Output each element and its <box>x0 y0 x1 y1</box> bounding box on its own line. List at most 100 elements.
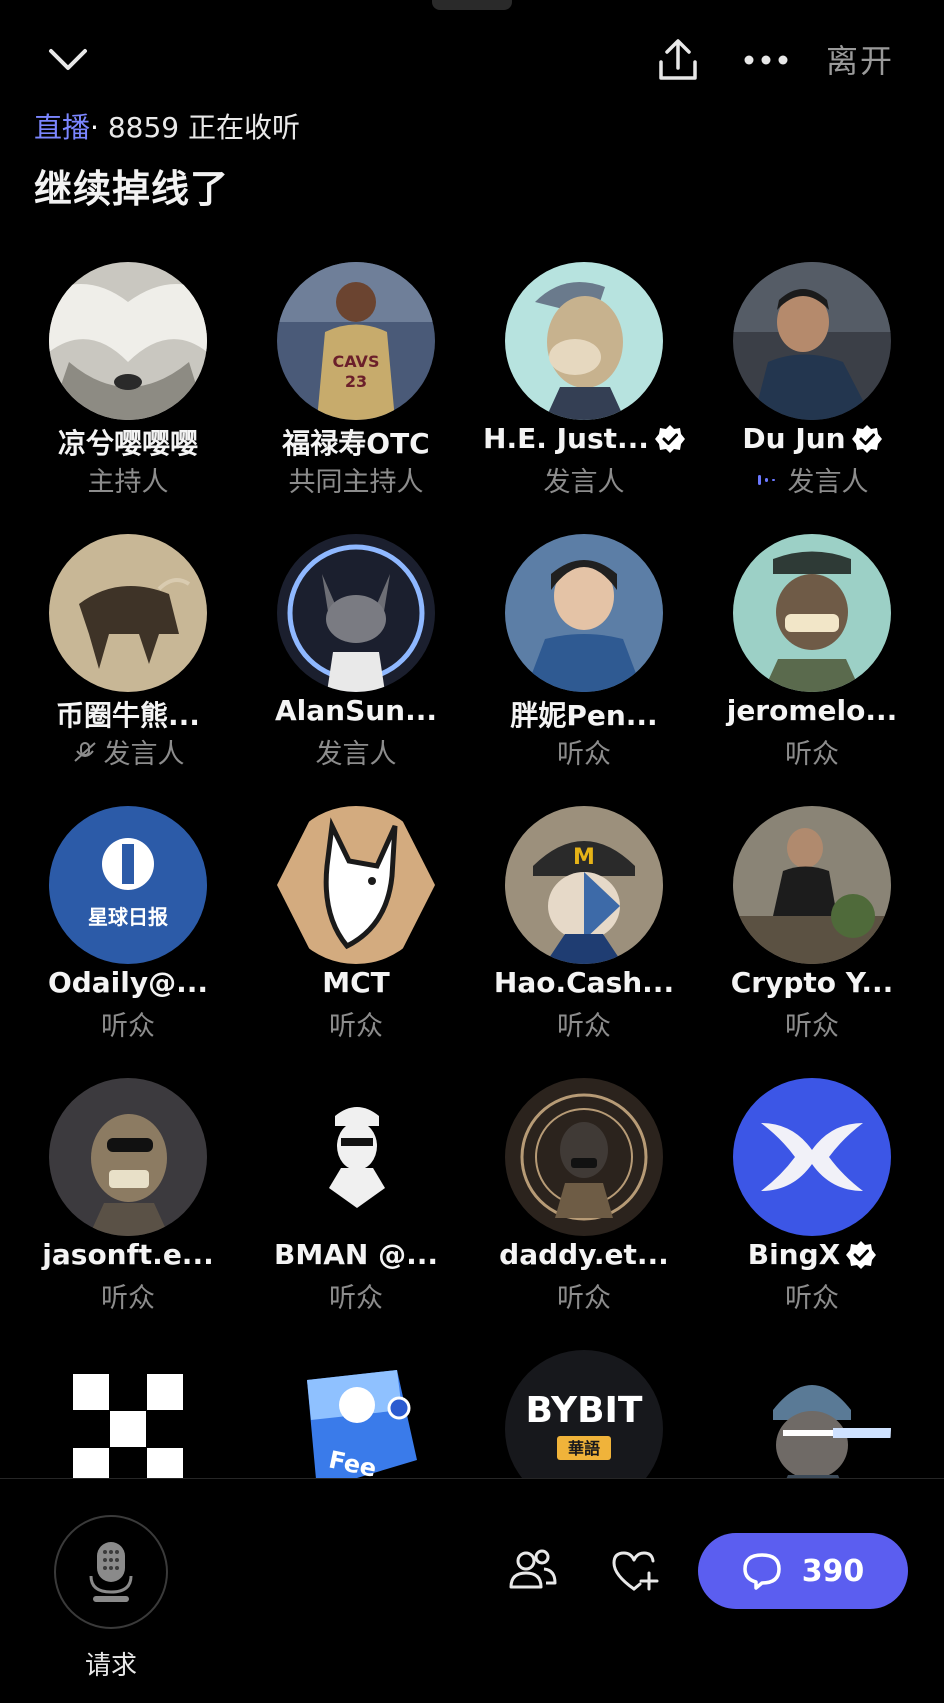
participant-role: 听众 <box>557 1011 611 1042</box>
participant-card[interactable]: 币圈牛熊... 发言人 <box>14 534 242 784</box>
participant-name: MCT <box>322 966 390 999</box>
participant-name: Crypto Y... <box>730 966 894 999</box>
participant-name: 凉兮嘤嘤嘤 <box>57 427 198 460</box>
add-favorite-button[interactable] <box>610 1547 660 1597</box>
verified-badge-icon <box>654 424 685 453</box>
avatar <box>49 1078 207 1236</box>
logo-text: BYBIT <box>526 1390 643 1431</box>
avatar: CAVS 23 <box>277 262 435 420</box>
verified-badge-icon <box>846 1240 877 1269</box>
svg-text:CAVS: CAVS <box>333 352 380 371</box>
live-label: 直播 <box>34 111 91 144</box>
participant-name: H.E. Just... <box>483 422 649 455</box>
verified-badge-icon <box>851 424 882 453</box>
avatar <box>49 262 207 420</box>
participant-role: 发言人 <box>543 467 625 498</box>
okx-logo-icon <box>73 1374 183 1478</box>
participant-name: 币圈牛熊... <box>56 699 200 732</box>
avatar <box>733 534 891 692</box>
participants-grid: 凉兮嘤嘤嘤 主持人 CAVS 23 福禄寿OTC 共同主持人 H.E. Just.… <box>0 262 944 1478</box>
participant-role: 发言人 <box>787 467 869 498</box>
participant-role: 听众 <box>101 1283 155 1314</box>
avatar <box>505 1078 663 1236</box>
participant-card[interactable]: MCT 听众 <box>242 806 470 1056</box>
collapse-button[interactable] <box>40 38 96 82</box>
top-bar: 离开 <box>0 30 944 90</box>
request-label: 请求 <box>84 1651 137 1681</box>
participant-role: 听众 <box>329 1283 383 1314</box>
chevron-down-icon <box>49 49 87 70</box>
avatar <box>277 534 435 692</box>
participant-card[interactable]: jeromelo... 听众 <box>698 534 926 784</box>
more-horizontal-icon <box>744 55 788 65</box>
participant-role: 听众 <box>101 1011 155 1042</box>
participant-card[interactable]: 星球日报 Odaily@... 听众 <box>14 806 242 1056</box>
participant-name: Odaily@... <box>47 966 209 999</box>
meta-separator: · <box>90 111 99 144</box>
mic-muted-icon <box>73 741 96 762</box>
participant-card[interactable]: 凉兮嘤嘤嘤 主持人 <box>14 262 242 512</box>
participant-card[interactable]: 胖妮Pen... 听众 <box>470 534 698 784</box>
participant-card[interactable]: H.E. Just... 发言人 <box>470 262 698 512</box>
svg-text:M: M <box>573 845 595 870</box>
listener-count: 8859 正在收听 <box>107 111 300 144</box>
participant-role: 听众 <box>785 1011 839 1042</box>
participant-name: AlanSun... <box>274 694 438 727</box>
sheet-grabber[interactable] <box>432 0 512 10</box>
avatar <box>505 534 663 692</box>
leave-button[interactable]: 离开 <box>826 36 894 82</box>
bottom-bar: 请求 390 <box>0 1479 944 1703</box>
avatar <box>733 1078 891 1236</box>
participant-card[interactable]: BingX 听众 <box>698 1078 926 1328</box>
participant-role: 听众 <box>785 1283 839 1314</box>
avatar <box>49 534 207 692</box>
space-title: 继续掉线了 <box>34 167 230 211</box>
participant-role: 听众 <box>329 1011 383 1042</box>
people-icon <box>509 1549 557 1589</box>
participant-role: 发言人 <box>315 739 397 770</box>
request-mic-button[interactable] <box>54 1515 168 1629</box>
participant-name: Du Jun <box>742 422 846 455</box>
participant-card[interactable]: BMAN @... 听众 <box>242 1078 470 1328</box>
participant-name: BingX <box>747 1238 841 1271</box>
participant-role: 主持人 <box>87 467 169 498</box>
share-icon <box>659 39 697 80</box>
avatar: Fee <box>277 1350 435 1478</box>
participant-name: Hao.Cash... <box>493 966 675 999</box>
participant-card[interactable] <box>698 1350 926 1478</box>
avatar <box>733 806 891 964</box>
participants-button[interactable] <box>508 1547 558 1597</box>
participant-card[interactable]: CAVS 23 福禄寿OTC 共同主持人 <box>242 262 470 512</box>
participant-role: 发言人 <box>103 739 185 770</box>
participant-card[interactable]: daddy.et... 听众 <box>470 1078 698 1328</box>
participant-name: BMAN @... <box>274 1238 438 1271</box>
participant-role: 共同主持人 <box>288 467 424 498</box>
participant-card[interactable]: BYBIT 華語 <box>470 1350 698 1478</box>
participant-name: jeromelo... <box>726 694 898 727</box>
logo-text: 星球日报 <box>88 905 168 929</box>
participant-card[interactable]: Fee <box>242 1350 470 1478</box>
avatar <box>733 1350 891 1478</box>
share-button[interactable] <box>650 32 706 88</box>
participant-card[interactable]: Du Jun 发言人 <box>698 262 926 512</box>
more-options-button[interactable] <box>736 32 796 88</box>
svg-text:23: 23 <box>345 372 367 391</box>
participant-card[interactable] <box>14 1350 242 1478</box>
space-meta: 直播· 8859 正在收听 <box>34 106 300 146</box>
speaking-indicator-icon <box>757 474 775 485</box>
comments-button[interactable]: 390 <box>698 1533 908 1609</box>
participant-role: 听众 <box>557 739 611 770</box>
logo-subtext: 華語 <box>568 1439 600 1458</box>
avatar: BYBIT 華語 <box>505 1350 663 1478</box>
microphone-icon <box>89 1542 133 1602</box>
participant-name: 胖妮Pen... <box>510 699 658 732</box>
participant-name: daddy.et... <box>499 1238 669 1271</box>
participant-card[interactable]: jasonft.e... 听众 <box>14 1078 242 1328</box>
participant-name: jasonft.e... <box>42 1238 214 1271</box>
avatar <box>277 806 435 964</box>
participant-card[interactable]: AlanSun... 发言人 <box>242 534 470 784</box>
participant-card[interactable]: Crypto Y... 听众 <box>698 806 926 1056</box>
participant-name: 福禄寿OTC <box>282 427 430 460</box>
participant-card[interactable]: M Hao.Cash... 听众 <box>470 806 698 1056</box>
participant-role: 听众 <box>557 1283 611 1314</box>
